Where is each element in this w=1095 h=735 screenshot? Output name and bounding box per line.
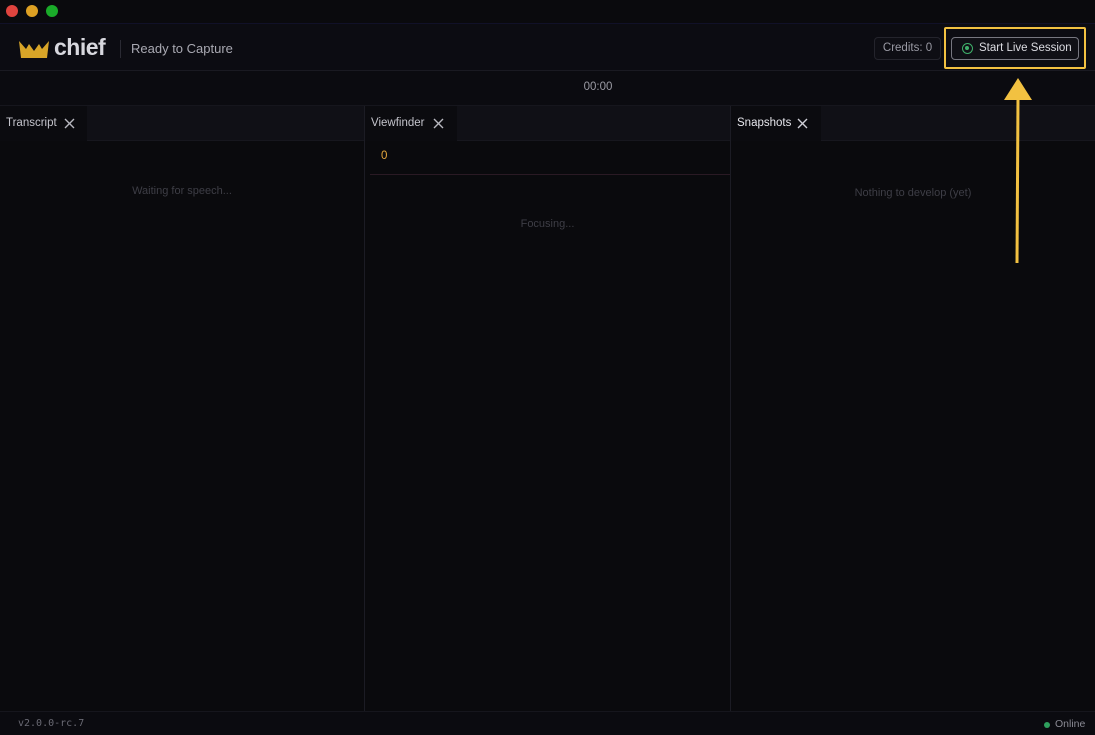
app-logo-text: chief [54,34,106,60]
credits-badge[interactable]: Credits: 0 [874,37,941,60]
transcript-tabstrip: Transcript [0,106,364,141]
close-icon[interactable] [433,118,444,129]
window-maximize-button[interactable] [46,5,58,17]
header-divider [120,40,121,58]
viewfinder-counter: 0 [381,150,388,162]
window-minimize-button[interactable] [26,5,38,17]
connection-status: Online [1055,718,1086,730]
close-icon[interactable] [64,118,75,129]
tab-snapshots-label: Snapshots [737,117,792,129]
start-live-session-button[interactable]: Start Live Session [951,37,1079,60]
viewfinder-panel: Viewfinder 0 Focusing... [365,106,730,711]
close-icon[interactable] [797,118,808,129]
viewfinder-tabstrip: Viewfinder [365,106,730,141]
window-titlebar [0,0,1095,24]
transcript-panel: Transcript Waiting for speech... [0,106,364,711]
callout-arrow-icon [1004,78,1032,264]
start-live-session-label: Start Live Session [979,42,1072,54]
tab-snapshots[interactable]: Snapshots [731,106,821,141]
app-version: v2.0.0-rc.7 [18,718,85,729]
transcript-empty-message: Waiting for speech... [132,185,232,197]
record-icon [962,43,973,54]
viewfinder-empty-message: Focusing... [520,218,575,230]
crown-icon [19,41,49,58]
capture-status: Ready to Capture [131,41,233,56]
tab-viewfinder[interactable]: Viewfinder [365,106,457,141]
timer-bar: 00:00 [0,71,1095,106]
online-status-icon [1044,722,1050,728]
tab-transcript-label: Transcript [6,117,57,129]
session-timer: 00:00 [583,81,613,93]
tab-transcript[interactable]: Transcript [0,106,87,141]
viewfinder-counter-row: 0 [370,141,730,175]
app-header: chief Ready to Capture Credits: 0 Start … [0,24,1095,71]
tab-viewfinder-label: Viewfinder [371,117,425,129]
window-close-button[interactable] [6,5,18,17]
status-bar: v2.0.0-rc.7 Online [0,711,1095,735]
